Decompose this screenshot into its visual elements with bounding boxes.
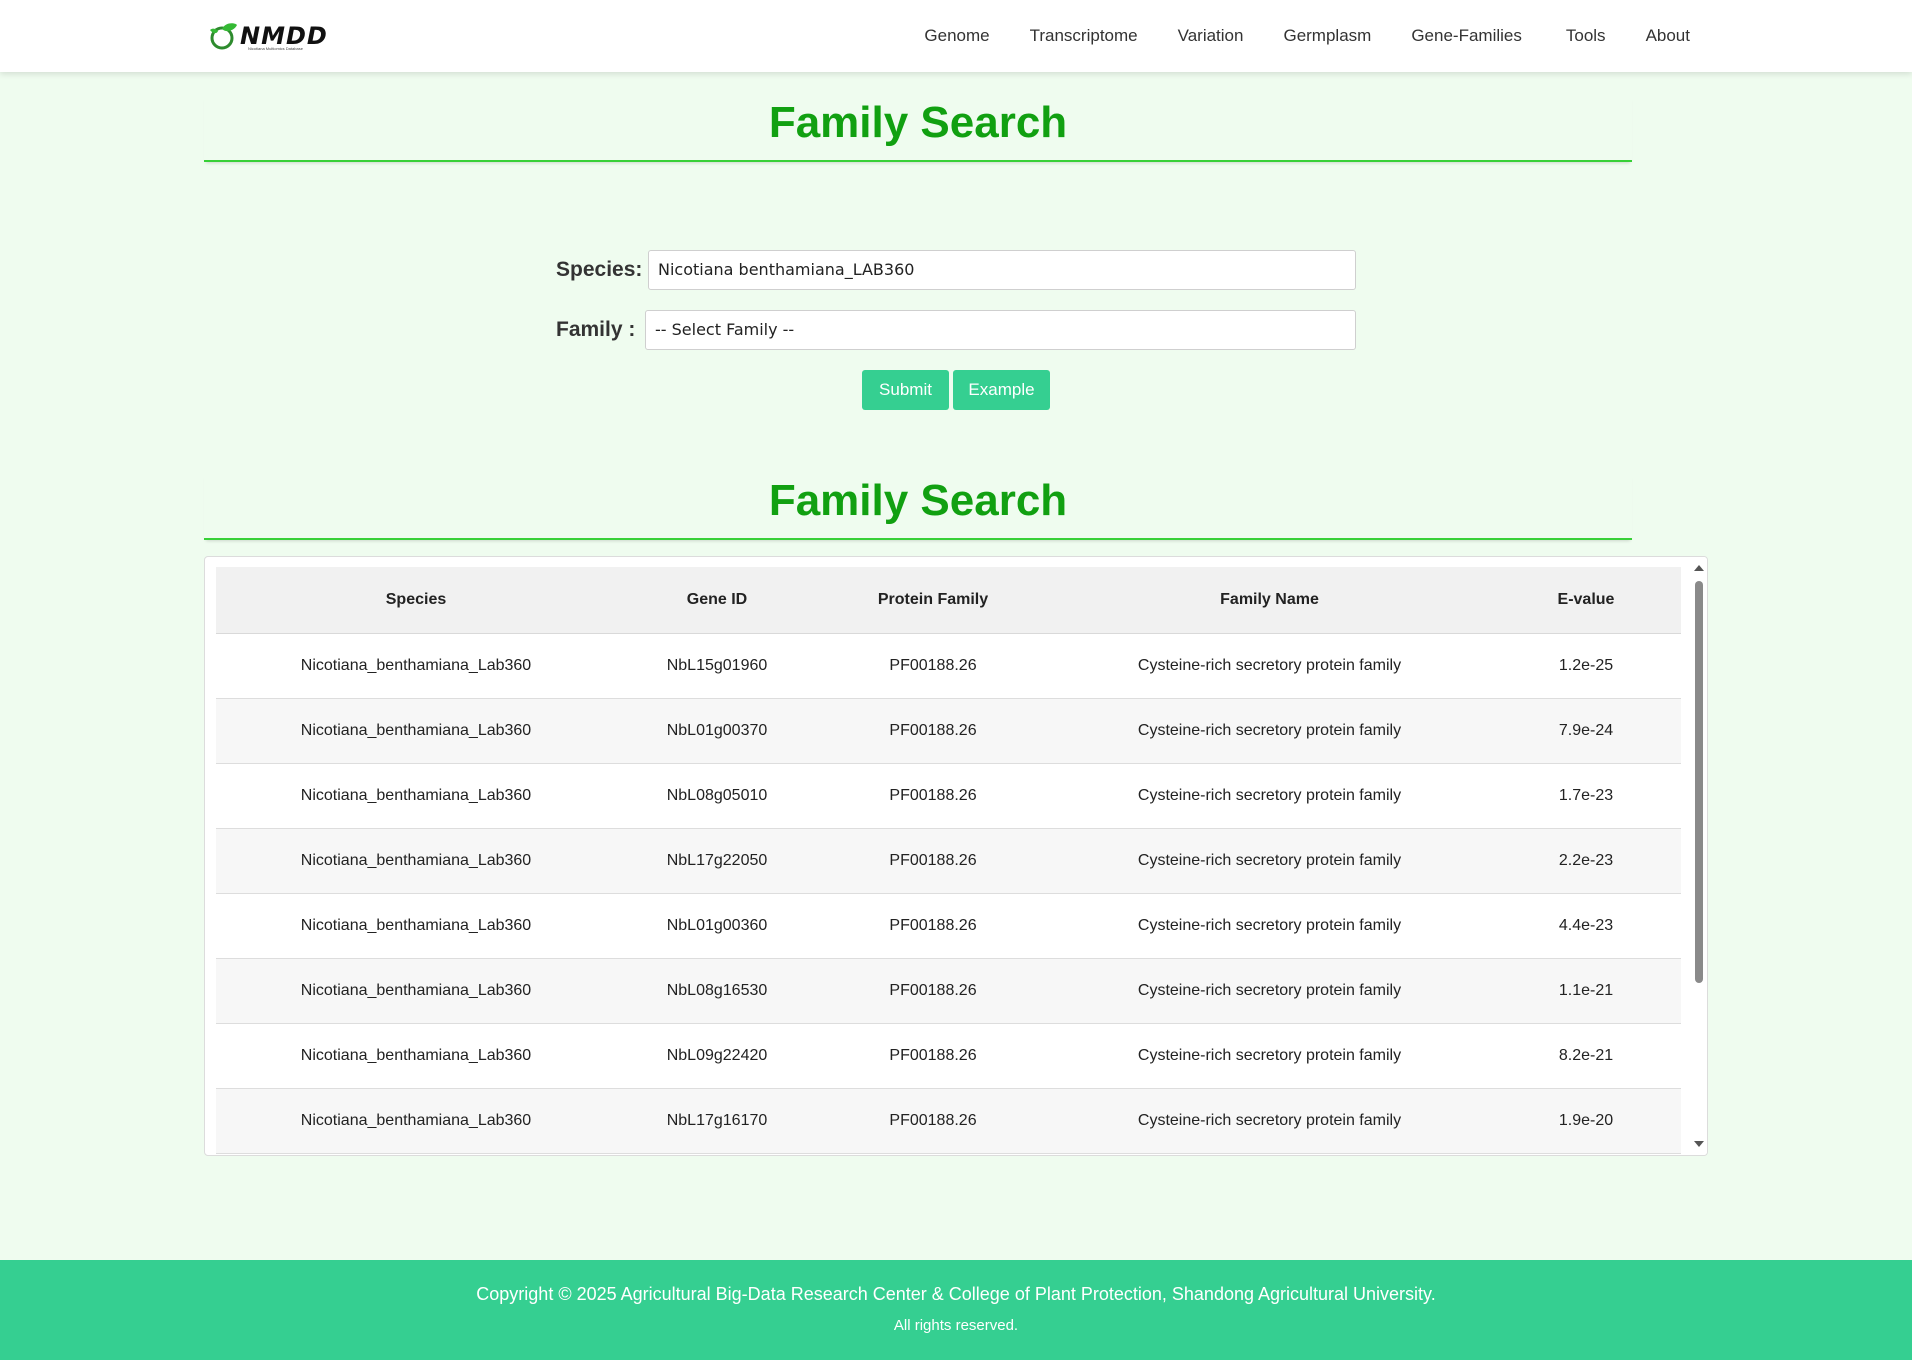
cell-protein-family: PF00188.26: [818, 633, 1048, 699]
cell-gene-id: NbL01g00360: [616, 893, 818, 959]
family-select[interactable]: -- Select Family --: [645, 310, 1356, 350]
nav-tools[interactable]: Tools: [1566, 26, 1606, 46]
table-header-row: Species Gene ID Protein Family Family Na…: [216, 567, 1681, 634]
top-navigation-bar: NMDD Nicotiana Multiomics Database Genom…: [0, 0, 1912, 72]
cell-protein-family: PF00188.26: [818, 698, 1048, 764]
results-section-title: Family Search: [204, 474, 1632, 540]
page-footer: Copyright © 2025 Agricultural Big-Data R…: [0, 1260, 1912, 1360]
nav-gene-families[interactable]: Gene-Families: [1411, 26, 1522, 46]
cell-e-value: 4.4e-23: [1491, 893, 1681, 959]
nav-germplasm[interactable]: Germplasm: [1283, 26, 1371, 46]
cell-gene-id: NbL09g22420: [616, 1023, 818, 1089]
cell-species: Nicotiana_benthamiana_Lab360: [216, 828, 616, 894]
table-row: Nicotiana_benthamiana_Lab360 NbL01g00370…: [216, 698, 1681, 764]
cell-family-name: Cysteine-rich secretory protein family: [1048, 828, 1491, 894]
cell-e-value: 1.9e-20: [1491, 1088, 1681, 1154]
species-input[interactable]: Nicotiana benthamiana_LAB360: [648, 250, 1356, 290]
cell-e-value: 2.2e-23: [1491, 828, 1681, 894]
cell-protein-family: PF00188.26: [818, 958, 1048, 1024]
cell-family-name: Cysteine-rich secretory protein family: [1048, 763, 1491, 829]
cell-species: Nicotiana_benthamiana_Lab360: [216, 1088, 616, 1154]
cell-e-value: 7.9e-24: [1491, 698, 1681, 764]
table-body: Nicotiana_benthamiana_Lab360 NbL15g01960…: [216, 633, 1681, 1154]
cell-protein-family: PF00188.26: [818, 828, 1048, 894]
cell-e-value: 1.7e-23: [1491, 763, 1681, 829]
nav-variation[interactable]: Variation: [1178, 26, 1244, 46]
nav-about[interactable]: About: [1646, 26, 1690, 46]
scroll-thumb[interactable]: [1695, 581, 1703, 983]
cell-species: Nicotiana_benthamiana_Lab360: [216, 698, 616, 764]
cell-family-name: Cysteine-rich secretory protein family: [1048, 698, 1491, 764]
table-scrollbar[interactable]: [1691, 557, 1707, 1155]
cell-family-name: Cysteine-rich secretory protein family: [1048, 1023, 1491, 1089]
footer-rights: All rights reserved.: [893, 1317, 1019, 1334]
cell-gene-id: NbL17g16170: [616, 1088, 818, 1154]
footer-copyright: Copyright © 2025 Agricultural Big-Data R…: [476, 1284, 1436, 1304]
column-header-species[interactable]: Species: [216, 567, 616, 634]
cell-species: Nicotiana_benthamiana_Lab360: [216, 1023, 616, 1089]
cell-protein-family: PF00188.26: [818, 1023, 1048, 1089]
cell-gene-id: NbL01g00370: [616, 698, 818, 764]
cell-family-name: Cysteine-rich secretory protein family: [1048, 1088, 1491, 1154]
cell-family-name: Cysteine-rich secretory protein family: [1048, 893, 1491, 959]
column-header-protein-family[interactable]: Protein Family: [818, 567, 1048, 634]
cell-protein-family: PF00188.26: [818, 893, 1048, 959]
table-row: Nicotiana_benthamiana_Lab360 NbL08g16530…: [216, 958, 1681, 1024]
cell-gene-id: NbL08g05010: [616, 763, 818, 829]
cell-e-value: 8.2e-21: [1491, 1023, 1681, 1089]
species-label: Species:: [556, 258, 643, 281]
search-section-title: Family Search: [204, 96, 1632, 162]
leaf-logo-icon: [210, 23, 237, 50]
logo-text: NMDD: [240, 22, 328, 50]
site-logo[interactable]: NMDD Nicotiana Multiomics Database: [208, 20, 328, 52]
column-header-gene-id[interactable]: Gene ID: [616, 567, 818, 634]
scroll-up-arrow-icon[interactable]: [1694, 565, 1704, 571]
cell-gene-id: NbL08g16530: [616, 958, 818, 1024]
nav-genome[interactable]: Genome: [924, 26, 989, 46]
cell-gene-id: NbL15g01960: [616, 633, 818, 699]
cell-species: Nicotiana_benthamiana_Lab360: [216, 893, 616, 959]
cell-species: Nicotiana_benthamiana_Lab360: [216, 763, 616, 829]
cell-family-name: Cysteine-rich secretory protein family: [1048, 633, 1491, 699]
table-row: Nicotiana_benthamiana_Lab360 NbL17g22050…: [216, 828, 1681, 894]
cell-family-name: Cysteine-rich secretory protein family: [1048, 958, 1491, 1024]
scroll-down-arrow-icon[interactable]: [1694, 1141, 1704, 1147]
family-label: Family :: [556, 318, 636, 341]
column-header-e-value[interactable]: E-value: [1491, 567, 1681, 634]
table-row: Nicotiana_benthamiana_Lab360 NbL09g22420…: [216, 1023, 1681, 1089]
table-row: Nicotiana_benthamiana_Lab360 NbL01g00360…: [216, 893, 1681, 959]
table-row: Nicotiana_benthamiana_Lab360 NbL08g05010…: [216, 763, 1681, 829]
logo-subtext: Nicotiana Multiomics Database: [248, 46, 303, 51]
table-row: Nicotiana_benthamiana_Lab360 NbL17g16170…: [216, 1088, 1681, 1154]
main-nav: Genome Transcriptome Variation Germplasm…: [924, 0, 1690, 72]
cell-gene-id: NbL17g22050: [616, 828, 818, 894]
cell-protein-family: PF00188.26: [818, 763, 1048, 829]
example-button[interactable]: Example: [953, 370, 1050, 410]
cell-species: Nicotiana_benthamiana_Lab360: [216, 633, 616, 699]
column-header-family-name[interactable]: Family Name: [1048, 567, 1491, 634]
cell-species: Nicotiana_benthamiana_Lab360: [216, 958, 616, 1024]
table-row: Nicotiana_benthamiana_Lab360 NbL15g01960…: [216, 633, 1681, 699]
results-table: Species Gene ID Protein Family Family Na…: [216, 567, 1681, 1154]
cell-e-value: 1.1e-21: [1491, 958, 1681, 1024]
submit-button[interactable]: Submit: [862, 370, 949, 410]
results-table-container[interactable]: Species Gene ID Protein Family Family Na…: [204, 556, 1708, 1156]
nav-transcriptome[interactable]: Transcriptome: [1030, 26, 1138, 46]
cell-e-value: 1.2e-25: [1491, 633, 1681, 699]
cell-protein-family: PF00188.26: [818, 1088, 1048, 1154]
